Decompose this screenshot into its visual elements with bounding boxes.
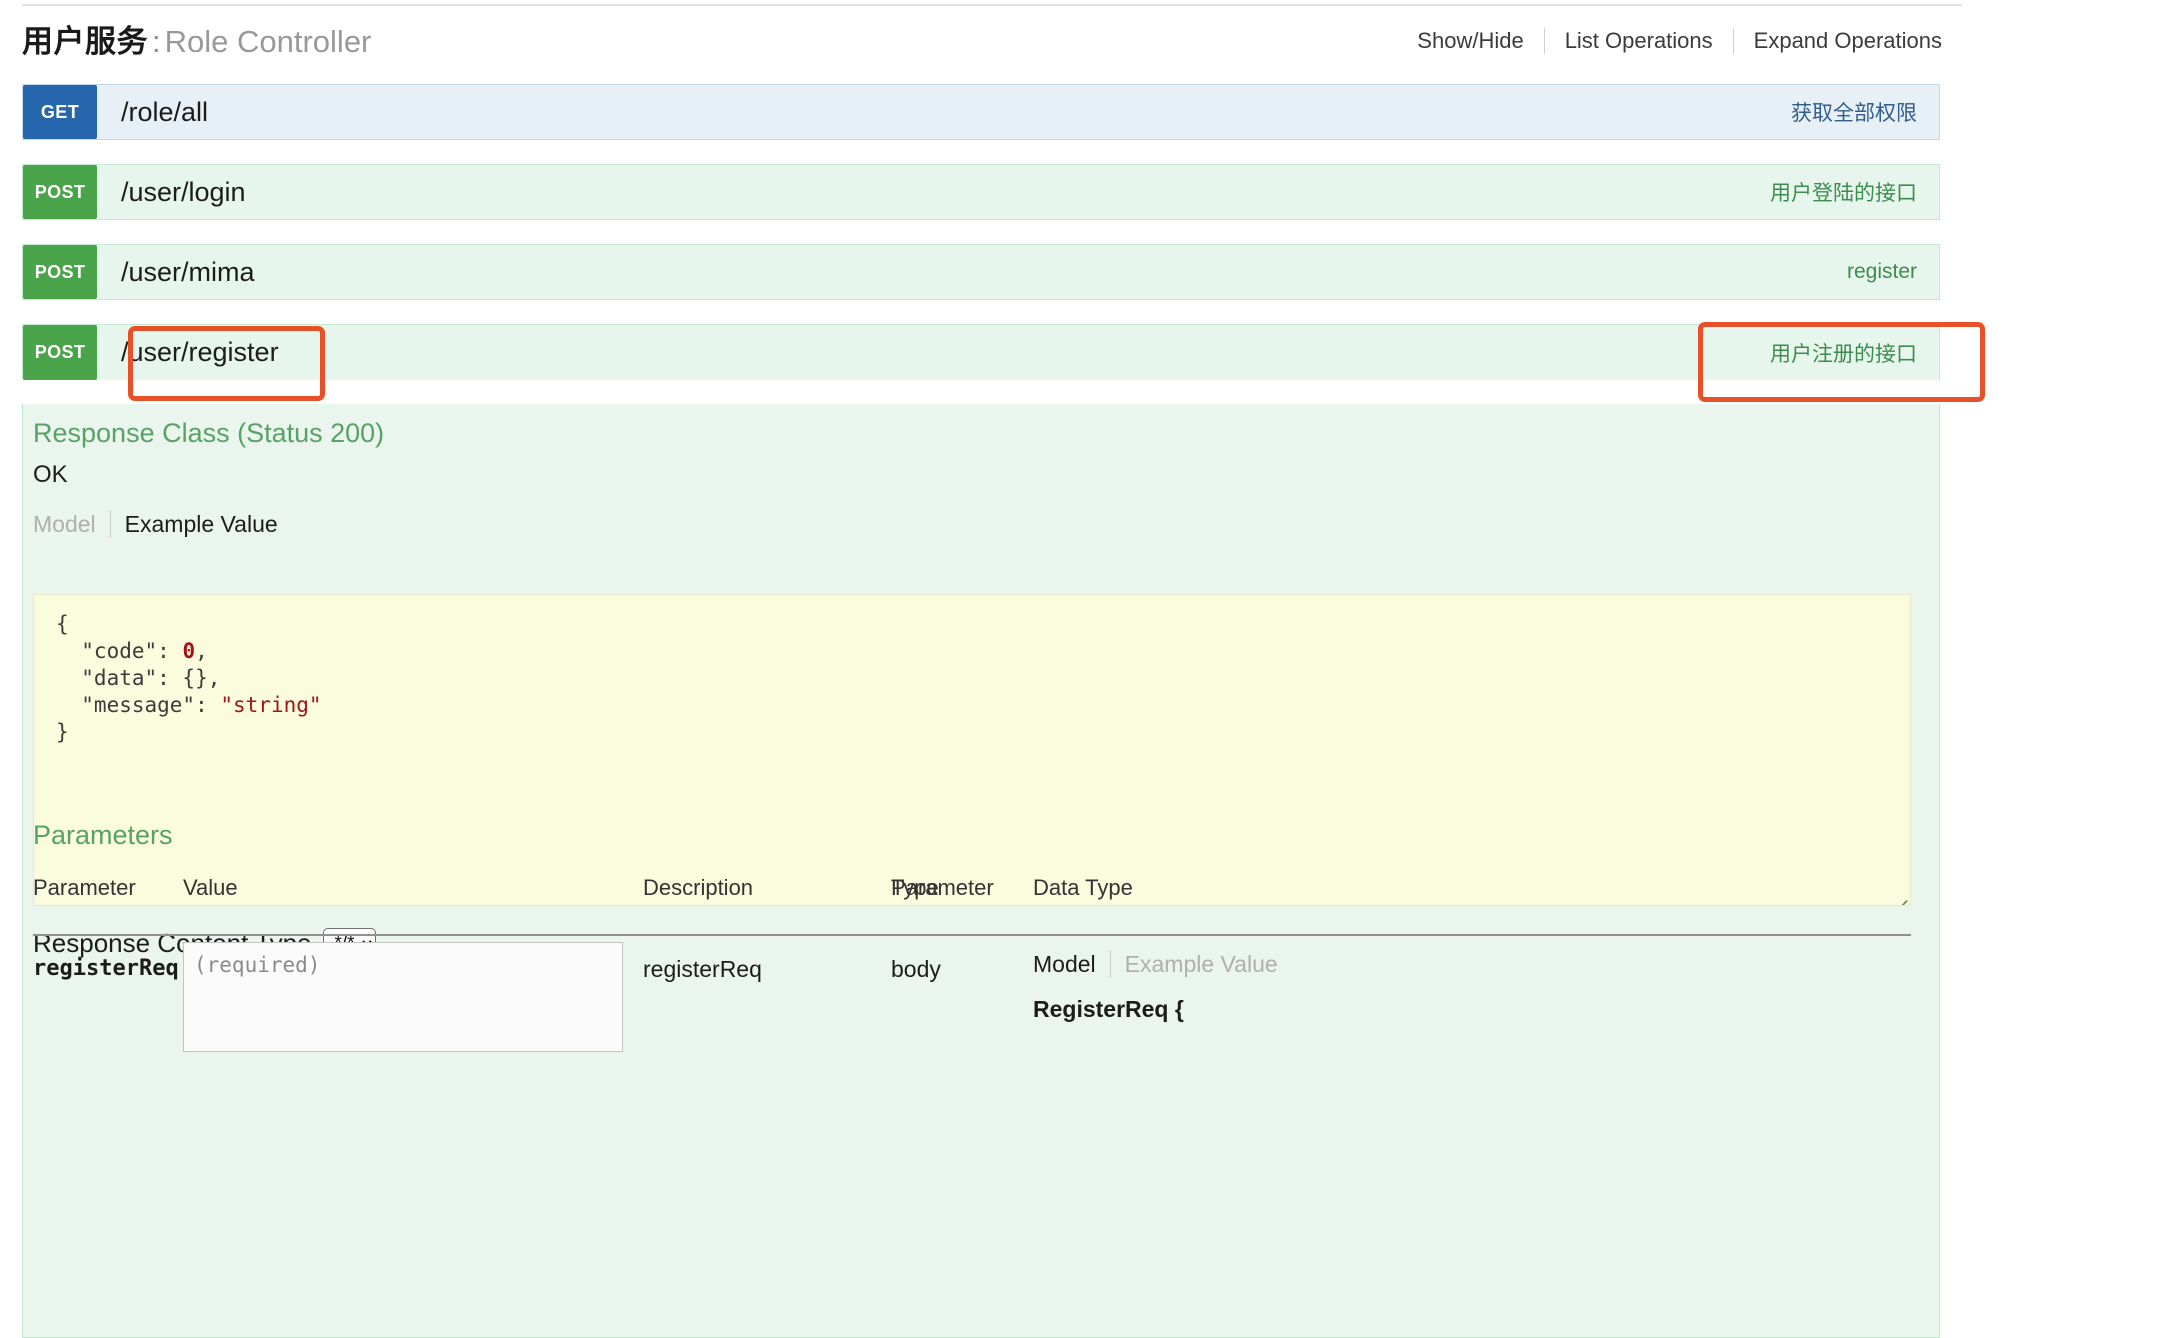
operation-description[interactable]: 获取全部权限	[1791, 85, 1939, 139]
parameter-type-value: body	[891, 956, 941, 982]
method-badge-get: GET	[23, 85, 97, 139]
header-parameter: Parameter	[33, 875, 136, 900]
method-badge-post: POST	[23, 245, 97, 299]
swagger-ui-page: 用户服务: Role Controller Show/Hide List Oper…	[0, 0, 2178, 1338]
tab-model[interactable]: Model	[1033, 951, 1110, 978]
header-value: Value	[183, 875, 238, 900]
resource-title-cn: 用户服务	[22, 24, 148, 59]
table-row: registerReq (required) registerReq body …	[33, 936, 1911, 1056]
header-parameter-type: Parameter Type	[891, 875, 994, 900]
resource-title-en: Role Controller	[164, 24, 372, 59]
operation-description[interactable]: 用户登陆的接口	[1770, 165, 1939, 219]
parameter-value-placeholder: (required)	[194, 953, 321, 977]
operation-path[interactable]: /role/all	[97, 85, 1791, 139]
show-hide-link[interactable]: Show/Hide	[1397, 28, 1543, 54]
response-status-text: OK	[33, 461, 68, 488]
parameters-table: Parameter Value Description Parameter Typ…	[33, 874, 1911, 1056]
response-example-value-code: { "code": 0, "data": {}, "message": "str…	[56, 612, 322, 744]
method-badge-post: POST	[23, 325, 97, 380]
tabs-divider	[1109, 950, 1111, 978]
response-view-tabs: Model Example Value	[33, 510, 292, 538]
resource-header: 用户服务: Role Controller Show/Hide List Oper…	[22, 20, 1962, 68]
resource-title[interactable]: 用户服务: Role Controller	[22, 20, 371, 64]
data-type-cell: Model Example Value	[1033, 950, 1292, 978]
tabs-divider	[109, 510, 111, 538]
data-type-model-name: RegisterReq {	[1033, 996, 1184, 1022]
parameter-name: registerReq	[33, 956, 179, 981]
operation-row-user-login[interactable]: POST /user/login 用户登陆的接口	[22, 164, 1940, 220]
parameter-description: registerReq	[643, 956, 762, 982]
response-class-heading: Response Class (Status 200)	[33, 418, 385, 448]
operation-path[interactable]: /user/register	[97, 325, 1770, 380]
operation-detail-panel: Response Class (Status 200) OK Model Exa…	[22, 404, 1940, 1338]
top-divider	[22, 4, 1962, 6]
operation-row-role-all[interactable]: GET /role/all 获取全部权限	[22, 84, 1940, 140]
operation-path[interactable]: /user/mima	[97, 245, 1847, 299]
expand-operations-link[interactable]: Expand Operations	[1734, 28, 1962, 54]
resource-title-separator: :	[152, 24, 161, 59]
tab-example-value[interactable]: Example Value	[125, 511, 292, 538]
parameters-heading: Parameters	[33, 820, 173, 850]
parameters-table-header: Parameter Value Description Parameter Typ…	[33, 874, 1911, 936]
operation-row-user-register[interactable]: POST /user/register 用户注册的接口	[22, 324, 1940, 380]
tab-model[interactable]: Model	[33, 511, 110, 538]
header-description: Description	[643, 875, 754, 900]
operation-row-user-mima[interactable]: POST /user/mima register	[22, 244, 1940, 300]
response-example-value-box[interactable]: { "code": 0, "data": {}, "message": "str…	[33, 594, 1911, 906]
operation-description[interactable]: register	[1847, 245, 1939, 299]
tab-example-value[interactable]: Example Value	[1125, 951, 1292, 978]
operation-path[interactable]: /user/login	[97, 165, 1770, 219]
header-data-type: Data Type	[1033, 875, 1133, 900]
method-badge-post: POST	[23, 165, 97, 219]
data-type-view-tabs: Model Example Value	[1033, 950, 1292, 978]
parameter-value-textarea[interactable]: (required)	[183, 942, 623, 1052]
resource-options: Show/Hide List Operations Expand Operati…	[1397, 28, 1962, 54]
operation-description[interactable]: 用户注册的接口	[1770, 325, 1939, 380]
list-operations-link[interactable]: List Operations	[1545, 28, 1733, 54]
